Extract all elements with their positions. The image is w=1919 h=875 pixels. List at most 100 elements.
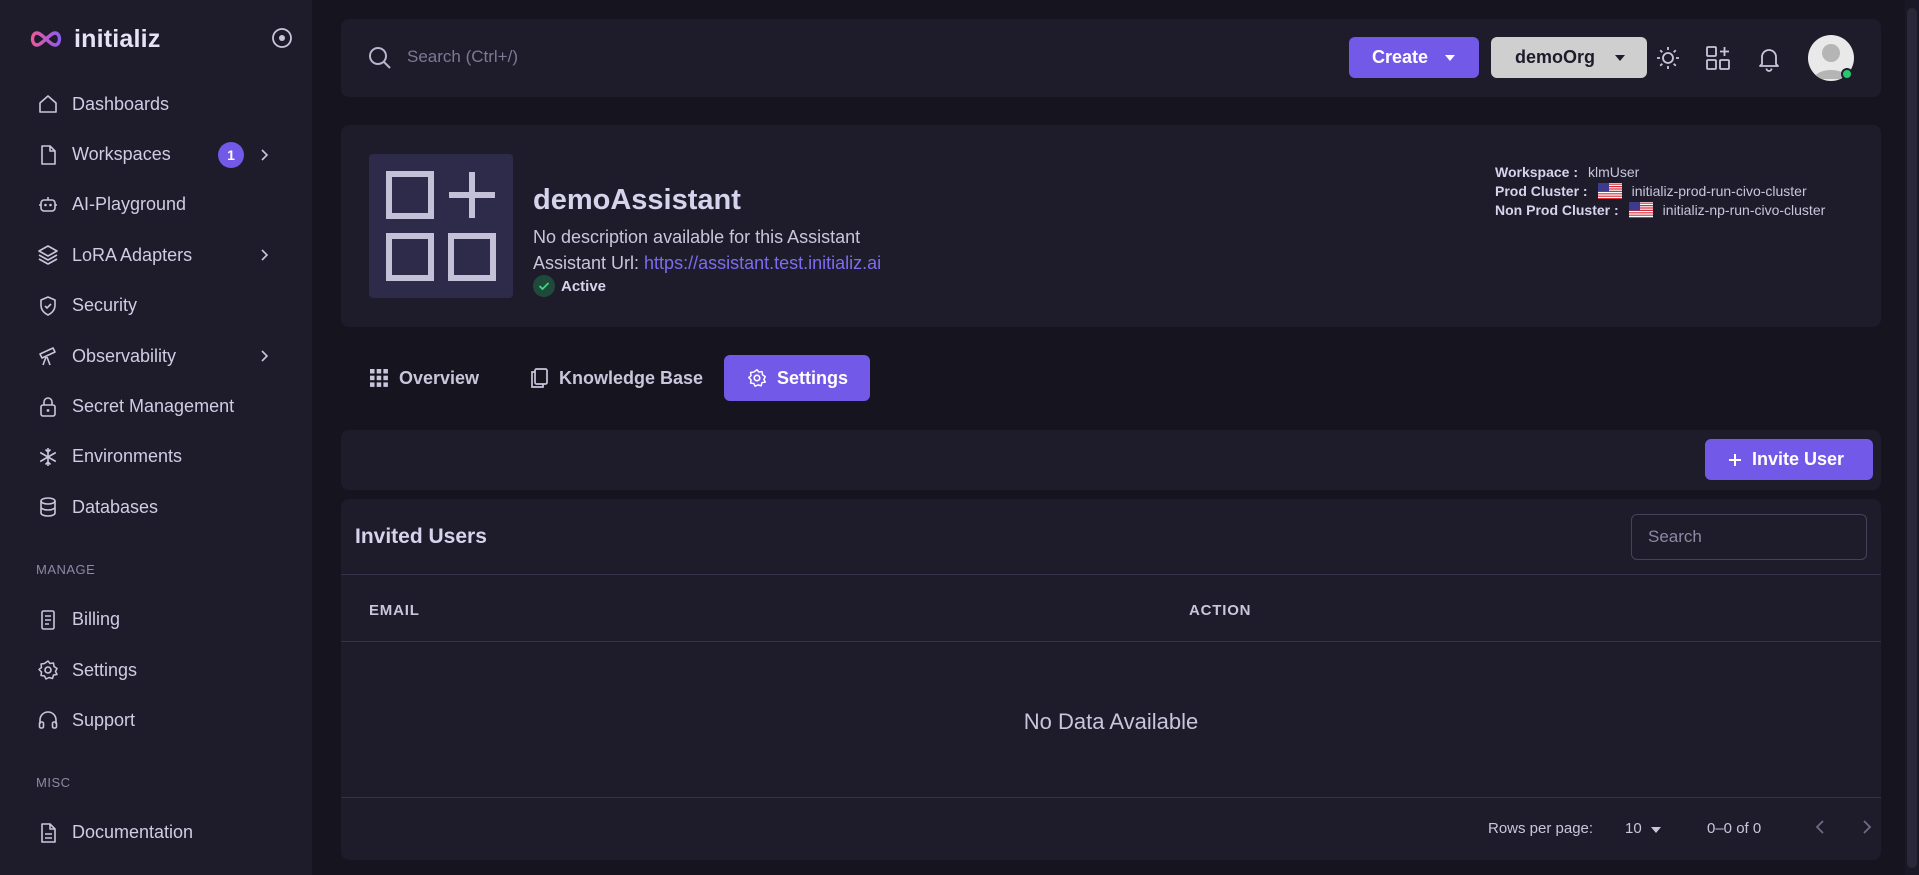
tab-label: Settings bbox=[777, 367, 849, 388]
sidebar-item-label: Settings bbox=[72, 659, 138, 680]
sidebar-item-label: Environments bbox=[72, 446, 183, 467]
chevron-left-icon[interactable] bbox=[1810, 816, 1832, 838]
sidebar: initializ Dashboards Workspaces 1 AI-Pla… bbox=[0, 0, 312, 875]
section-header-manage: MANAGE bbox=[36, 562, 96, 578]
sidebar-item-label: Support bbox=[72, 709, 136, 730]
sidebar-nav: Dashboards Workspaces 1 AI-Playground Lo… bbox=[0, 79, 312, 858]
shield-check-icon bbox=[40, 295, 56, 316]
gear-icon bbox=[38, 660, 58, 680]
sidebar-item-documentation[interactable]: Documentation bbox=[0, 808, 312, 858]
sidebar-item-billing[interactable]: Billing bbox=[0, 595, 312, 645]
sidebar-item-workspaces[interactable]: Workspaces 1 bbox=[0, 129, 312, 179]
online-status-dot bbox=[1841, 68, 1853, 80]
layers-icon bbox=[38, 245, 58, 266]
org-selector-label: demoOrg bbox=[1515, 47, 1596, 67]
create-button[interactable]: Create bbox=[1349, 37, 1479, 78]
check-circle-icon bbox=[533, 275, 555, 297]
rows-per-page-select[interactable]: 10 bbox=[1625, 820, 1642, 837]
users-toolbar: Invite User bbox=[341, 430, 1881, 490]
gear-icon bbox=[748, 369, 766, 387]
sidebar-item-environments[interactable]: Environments bbox=[0, 432, 312, 482]
sidebar-item-label: Observability bbox=[72, 345, 177, 366]
bell-icon[interactable] bbox=[1755, 44, 1783, 72]
sidebar-item-label: Documentation bbox=[72, 822, 194, 843]
assistant-icon bbox=[369, 154, 513, 298]
prod-cluster-label: Prod Cluster : bbox=[1495, 183, 1588, 199]
nonprod-cluster-label: Non Prod Cluster : bbox=[1495, 202, 1619, 218]
sidebar-item-observability[interactable]: Observability bbox=[0, 331, 312, 381]
chevron-right-icon bbox=[261, 149, 269, 161]
column-header-email[interactable]: EMAIL bbox=[369, 602, 420, 619]
sidebar-item-label: Billing bbox=[72, 609, 121, 630]
table-header: EMAIL ACTION bbox=[341, 574, 1881, 642]
sidebar-item-label: LoRA Adapters bbox=[72, 244, 193, 265]
headphones-icon bbox=[38, 711, 58, 730]
assistant-url-link[interactable]: https://assistant.test.initializ.ai bbox=[644, 253, 881, 273]
tab-settings[interactable]: Settings bbox=[724, 355, 871, 401]
search-icon[interactable] bbox=[367, 45, 393, 71]
sidebar-item-settings[interactable]: Settings bbox=[0, 645, 312, 695]
invite-user-label: Invite User bbox=[1752, 449, 1845, 469]
sidebar-item-label: Secret Management bbox=[72, 396, 235, 417]
assistant-url-label: Assistant Url: bbox=[533, 253, 640, 273]
assistant-description: No description available for this Assist… bbox=[533, 227, 861, 247]
tab-overview[interactable]: Overview bbox=[368, 355, 479, 401]
home-icon bbox=[39, 95, 57, 113]
us-flag-icon bbox=[1628, 202, 1653, 218]
workspace-meta: Workspace : klmUser bbox=[1495, 164, 1639, 180]
sidebar-item-label: Workspaces bbox=[72, 144, 171, 165]
collapse-sidebar-icon[interactable] bbox=[270, 26, 294, 50]
column-header-action: ACTION bbox=[1189, 602, 1252, 619]
sidebar-item-label: Dashboards bbox=[72, 93, 170, 114]
sidebar-item-lora-adapters[interactable]: LoRA Adapters bbox=[0, 230, 312, 280]
sidebar-item-secret-management[interactable]: Secret Management bbox=[0, 381, 312, 431]
sidebar-item-databases[interactable]: Databases bbox=[0, 482, 312, 532]
sidebar-item-ai-playground[interactable]: AI-Playground bbox=[0, 180, 312, 230]
plus-icon bbox=[1729, 453, 1741, 466]
tab-label: Knowledge Base bbox=[559, 367, 704, 388]
brand[interactable]: initializ bbox=[28, 22, 161, 56]
chevron-right-icon bbox=[261, 350, 269, 362]
pagination-range: 0–0 of 0 bbox=[1707, 820, 1762, 837]
create-button-label: Create bbox=[1372, 47, 1429, 67]
invite-user-button[interactable]: Invite User bbox=[1705, 439, 1873, 480]
sidebar-item-label: Security bbox=[72, 295, 138, 316]
prod-cluster-value: initializ-prod-run-civo-cluster bbox=[1631, 183, 1807, 199]
scrollbar-thumb[interactable] bbox=[1907, 8, 1917, 868]
sun-icon[interactable] bbox=[1654, 44, 1682, 72]
chevron-right-icon bbox=[261, 249, 269, 261]
sidebar-item-dashboards[interactable]: Dashboards bbox=[0, 79, 312, 129]
invited-users-title: Invited Users bbox=[355, 525, 487, 548]
status-badge: Active bbox=[533, 275, 606, 297]
document-icon bbox=[41, 823, 56, 843]
infinity-logo-icon bbox=[30, 31, 62, 47]
apps-add-icon[interactable] bbox=[1704, 44, 1732, 72]
snowflake-icon bbox=[39, 447, 57, 466]
chevron-right-icon[interactable] bbox=[1855, 816, 1877, 838]
sidebar-item-label: AI-Playground bbox=[72, 194, 187, 215]
global-search-input[interactable]: Search (Ctrl+/) bbox=[407, 47, 518, 67]
invited-users-card: Invited Users EMAIL ACTION No Data Avail… bbox=[341, 499, 1881, 860]
caret-down-icon[interactable] bbox=[1651, 827, 1661, 833]
lock-icon bbox=[40, 396, 56, 417]
assistant-name: demoAssistant bbox=[533, 184, 741, 216]
file-icon bbox=[41, 144, 56, 165]
sidebar-item-security[interactable]: Security bbox=[0, 281, 312, 331]
telescope-icon bbox=[39, 347, 56, 366]
users-search-input[interactable] bbox=[1631, 514, 1867, 560]
apps-add-icon bbox=[386, 171, 496, 281]
workspace-value: klmUser bbox=[1588, 164, 1640, 180]
table-pagination: Rows per page: 10 0–0 of 0 bbox=[341, 797, 1881, 860]
rows-per-page-label: Rows per page: bbox=[1488, 820, 1594, 837]
tab-knowledge-base[interactable]: Knowledge Base bbox=[528, 355, 703, 401]
workspace-label: Workspace : bbox=[1495, 164, 1578, 180]
workspaces-count-badge: 1 bbox=[218, 141, 244, 168]
org-selector-button[interactable]: demoOrg bbox=[1491, 37, 1647, 78]
prod-cluster-meta: Prod Cluster : initializ-prod-run-civo-c… bbox=[1495, 183, 1807, 199]
status-label: Active bbox=[561, 277, 607, 295]
nonprod-cluster-meta: Non Prod Cluster : initializ-np-run-civo… bbox=[1495, 202, 1825, 218]
sidebar-item-support[interactable]: Support bbox=[0, 695, 312, 745]
nonprod-cluster-value: initializ-np-run-civo-cluster bbox=[1662, 202, 1826, 218]
copy-icon bbox=[531, 368, 548, 388]
caret-down-icon bbox=[1445, 55, 1455, 61]
